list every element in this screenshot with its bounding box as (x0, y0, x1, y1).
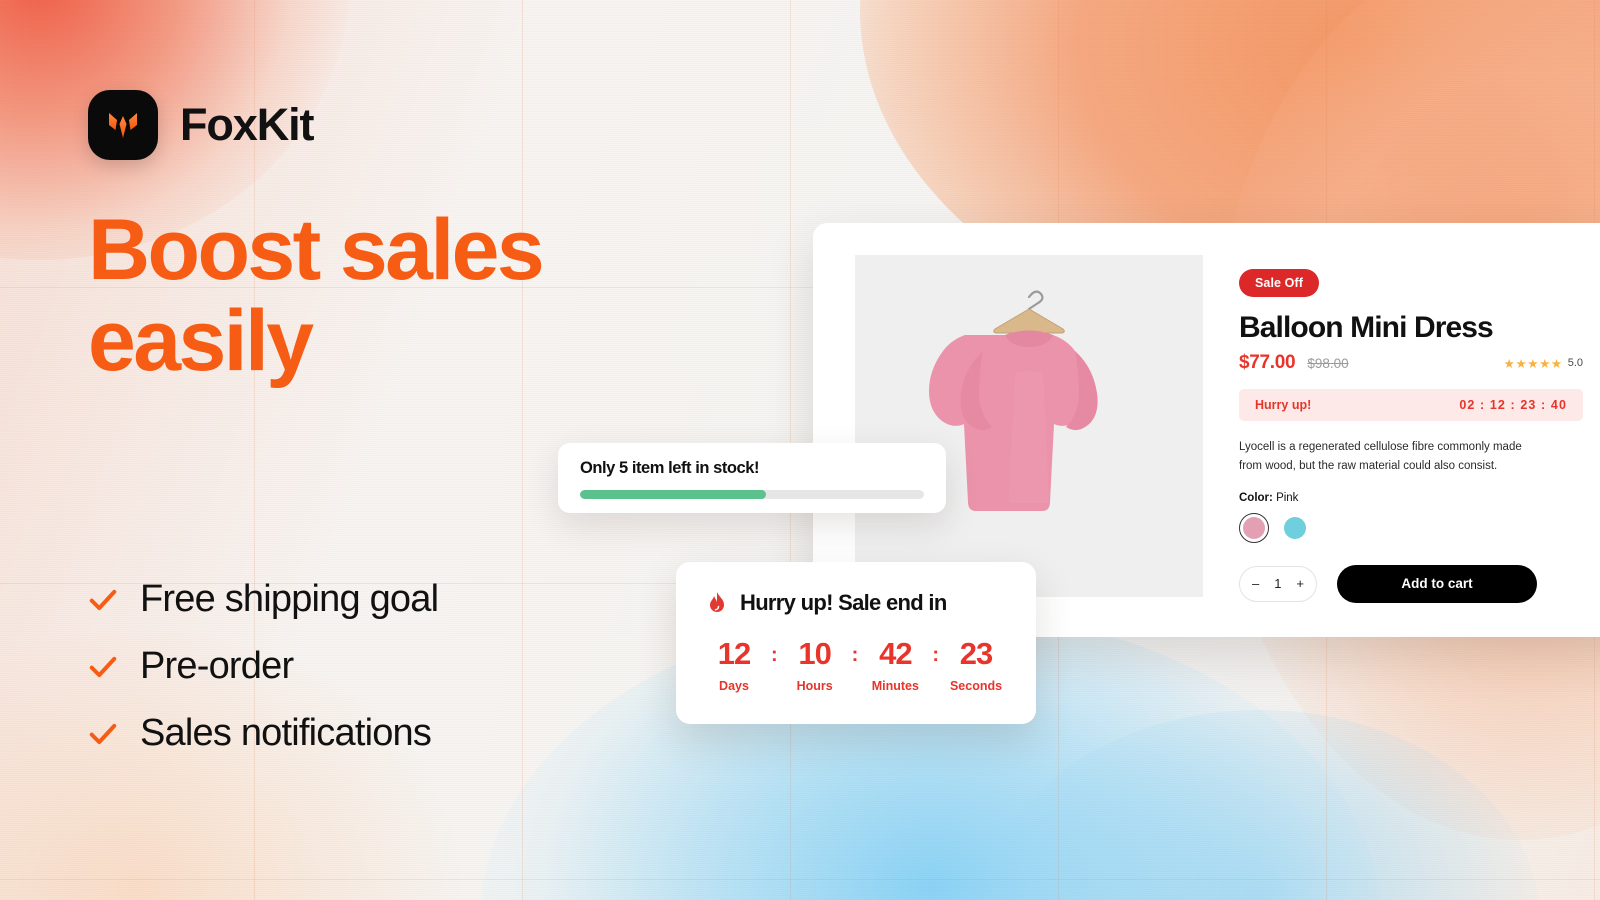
brand-lockup: FoxKit (88, 90, 314, 160)
page-title: Boost sales easily (88, 202, 545, 390)
feature-list: Free shipping goal Pre-order Sales notif… (88, 578, 439, 755)
quantity-increase-button[interactable]: + (1296, 576, 1304, 591)
countdown-separator: : (851, 644, 859, 666)
flame-icon (710, 592, 724, 612)
hurry-up-time: 02 : 12 : 23 : 40 (1459, 398, 1567, 412)
color-label: Color: Pink (1239, 492, 1583, 504)
color-label-text: Color: (1239, 491, 1273, 504)
quantity-stepper[interactable]: – 1 + (1239, 565, 1317, 602)
product-image[interactable] (855, 255, 1203, 597)
swatch-pink[interactable] (1239, 512, 1269, 543)
countdown-separator: : (771, 644, 778, 666)
check-icon (89, 723, 117, 744)
countdown-caption: Minutes (871, 679, 919, 693)
countdown-value: 42 (879, 636, 912, 671)
list-item: Free shipping goal (88, 578, 439, 621)
stock-title: Only 5 item left in stock! (580, 459, 760, 477)
fox-logo-icon (88, 90, 158, 160)
quantity-value: 1 (1274, 576, 1282, 592)
countdown-caption: Seconds (949, 679, 1003, 693)
countdown-unit-seconds: 23 Seconds (948, 638, 1004, 693)
stock-progress-fill (580, 490, 766, 499)
countdown-title: Hurry up! Sale end in (740, 590, 947, 615)
stock-progress-track (580, 490, 924, 499)
quantity-decrease-button[interactable]: – (1252, 576, 1259, 591)
feature-label: Free shipping goal (140, 578, 439, 620)
list-item: Pre-order (88, 645, 438, 688)
feature-label: Sales notifications (140, 712, 432, 754)
countdown-card: Hurry up! Sale end in 12 Days : 10 Hours… (676, 562, 1036, 724)
status-badge: Sale Off (1239, 269, 1320, 297)
countdown-unit-hours: 10 Hours (787, 638, 843, 693)
countdown-header: Hurry up! Sale end in (706, 590, 1006, 616)
product-info: Sale Off Balloon Mini Dress $77.00 $98.0… (1239, 255, 1600, 637)
countdown-value: 10 (798, 636, 831, 671)
countdown-caption: Days (719, 679, 749, 693)
feature-label: Pre-order (140, 645, 294, 687)
hurry-up-label: Hurry up! (1255, 398, 1312, 412)
check-icon (89, 656, 117, 677)
countdown-value: 23 (959, 636, 993, 671)
price-row: $77.00 $98.00 ★★★★★ 5.0 (1239, 352, 1583, 374)
product-description: Lyocell is a regenerated cellulose fibre… (1239, 441, 1522, 472)
star-icon: ★★★★★ (1503, 356, 1563, 371)
product-compare-price: $98.00 (1307, 355, 1349, 371)
countdown-unit-days: 12 Days (706, 638, 762, 693)
countdown-value: 12 (717, 636, 751, 671)
color-swatches (1239, 512, 1583, 543)
rating: ★★★★★ 5.0 (1504, 356, 1583, 371)
rating-value: 5.0 (1567, 357, 1583, 369)
hurry-up-timer: Hurry up! 02 : 12 : 23 : 40 (1239, 389, 1583, 421)
countdown-separator: : (932, 644, 940, 666)
buy-row: – 1 + Add to cart (1239, 564, 1583, 603)
color-value: Pink (1276, 491, 1299, 504)
list-item: Sales notifications (88, 712, 438, 755)
brand-name: FoxKit (180, 99, 314, 150)
countdown-row: 12 Days : 10 Hours : 42 Minutes : 23 Sec… (706, 638, 1006, 693)
product-title: Balloon Mini Dress (1239, 311, 1494, 344)
countdown-unit-minutes: 42 Minutes (867, 638, 923, 693)
product-price: $77.00 (1239, 352, 1296, 373)
add-to-cart-button[interactable]: Add to cart (1337, 564, 1537, 603)
countdown-caption: Hours (796, 679, 833, 693)
stock-progress-card: Only 5 item left in stock! (558, 443, 946, 513)
swatch-blue[interactable] (1280, 513, 1310, 543)
check-icon (89, 589, 117, 610)
